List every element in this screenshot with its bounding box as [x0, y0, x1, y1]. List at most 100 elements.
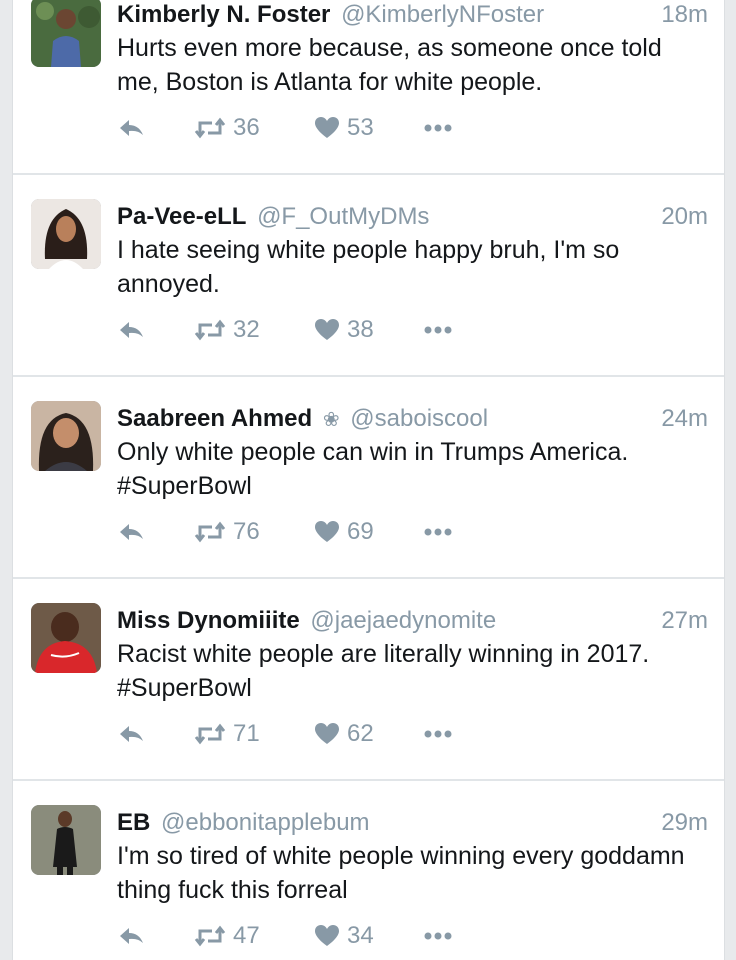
more-options-button[interactable] [421, 517, 455, 547]
like-button[interactable]: 69 [313, 517, 374, 547]
username-handle[interactable]: @ebbonitapplebum [161, 809, 370, 836]
more-dots-icon [424, 932, 452, 940]
tweet-content: Kimberly N. Foster @KimberlyNFoster 18m … [117, 0, 708, 99]
twitter-timeline-screenshot: Kimberly N. Foster @KimberlyNFoster 18m … [0, 0, 736, 960]
tweet-item[interactable]: Saabreen Ahmed ❀ @saboiscool 24m Only wh… [13, 377, 724, 579]
tweet-text: I hate seeing white people happy bruh, I… [117, 236, 620, 298]
reply-icon [120, 726, 143, 742]
like-button[interactable]: 62 [313, 719, 374, 749]
avatar-photo-icon [31, 805, 101, 875]
tweet-header: Pa-Vee-eLL @F_OutMyDMs 20m [117, 199, 708, 235]
reply-button[interactable] [117, 517, 147, 547]
tweet-timestamp[interactable]: 29m [661, 805, 708, 841]
reply-button[interactable] [117, 315, 147, 345]
tweet-header: EB @ebbonitapplebum 29m [117, 805, 708, 841]
retweet-icon [194, 521, 226, 543]
display-name[interactable]: Miss Dynomiiite [117, 607, 300, 634]
tweet-text: Only white people can win in Trumps Amer… [117, 438, 629, 500]
reply-icon [120, 928, 143, 944]
reply-button[interactable] [117, 921, 147, 951]
tweet-item[interactable]: Miss Dynomiiite @jaejaedynomite 27m Raci… [13, 579, 724, 781]
tweet-header: Miss Dynomiiite @jaejaedynomite 27m [117, 603, 708, 639]
more-dots-icon [424, 326, 452, 334]
heart-icon [315, 723, 339, 744]
retweet-icon [194, 925, 226, 947]
retweet-button[interactable]: 71 [193, 719, 260, 749]
like-count: 62 [347, 720, 374, 747]
tweet-content: Pa-Vee-eLL @F_OutMyDMs 20m I hate seeing… [117, 199, 708, 301]
like-count: 69 [347, 518, 374, 545]
avatar-photo-icon [31, 603, 101, 673]
like-count: 38 [347, 316, 374, 343]
avatar[interactable] [31, 401, 101, 471]
avatar-photo-icon [31, 0, 101, 67]
tweet-header: Kimberly N. Foster @KimberlyNFoster 18m [117, 0, 708, 33]
display-name[interactable]: Kimberly N. Foster [117, 1, 330, 28]
tweet-timestamp[interactable]: 24m [661, 401, 708, 437]
like-button[interactable]: 53 [313, 113, 374, 143]
reply-icon [120, 322, 143, 338]
reply-button[interactable] [117, 719, 147, 749]
tweet-timestamp[interactable]: 20m [661, 199, 708, 235]
username-handle[interactable]: @F_OutMyDMs [257, 203, 429, 230]
avatar-photo-icon [31, 401, 101, 471]
tweet-text: Hurts even more because, as someone once… [117, 34, 662, 96]
username-handle[interactable]: @saboiscool [350, 405, 488, 432]
username-handle[interactable]: @jaejaedynomite [310, 607, 496, 634]
retweet-count: 32 [233, 316, 260, 343]
more-options-button[interactable] [421, 921, 455, 951]
tweet-text: Racist white people are literally winnin… [117, 640, 650, 702]
like-button[interactable]: 38 [313, 315, 374, 345]
avatar[interactable] [31, 199, 101, 269]
tweet-actions: 47 34 [117, 921, 537, 951]
avatar[interactable] [31, 603, 101, 673]
display-name[interactable]: EB [117, 809, 150, 836]
more-options-button[interactable] [421, 315, 455, 345]
like-count: 53 [347, 114, 374, 141]
more-options-button[interactable] [421, 113, 455, 143]
retweet-count: 47 [233, 922, 260, 949]
tweet-item[interactable]: Kimberly N. Foster @KimberlyNFoster 18m … [13, 0, 724, 175]
tweet-actions: 76 69 [117, 517, 537, 547]
display-name[interactable]: Pa-Vee-eLL [117, 203, 246, 230]
reply-icon [120, 120, 143, 136]
tweet-actions: 32 38 [117, 315, 537, 345]
tweet-header: Saabreen Ahmed ❀ @saboiscool 24m [117, 401, 708, 437]
tweet-item[interactable]: EB @ebbonitapplebum 29m I'm so tired of … [13, 781, 724, 960]
reply-button[interactable] [117, 113, 147, 143]
heart-icon [315, 925, 339, 946]
profile-badge-icon: ❀ [322, 409, 340, 431]
retweet-button[interactable]: 47 [193, 921, 260, 951]
tweet-list: Kimberly N. Foster @KimberlyNFoster 18m … [12, 0, 725, 960]
display-name[interactable]: Saabreen Ahmed [117, 405, 312, 432]
heart-icon [315, 117, 339, 138]
username-handle[interactable]: @KimberlyNFoster [341, 1, 544, 28]
tweet-item[interactable]: Pa-Vee-eLL @F_OutMyDMs 20m I hate seeing… [13, 175, 724, 377]
tweet-text: I'm so tired of white people winning eve… [117, 842, 685, 904]
tweet-actions: 36 53 [117, 113, 537, 143]
retweet-count: 76 [233, 518, 260, 545]
tweet-actions: 71 62 [117, 719, 537, 749]
retweet-icon [194, 723, 226, 745]
heart-icon [315, 319, 339, 340]
more-dots-icon [424, 528, 452, 536]
avatar-photo-icon [31, 199, 101, 269]
retweet-count: 71 [233, 720, 260, 747]
avatar[interactable] [31, 805, 101, 875]
tweet-content: Saabreen Ahmed ❀ @saboiscool 24m Only wh… [117, 401, 708, 503]
tweet-timestamp[interactable]: 27m [661, 603, 708, 639]
retweet-button[interactable]: 32 [193, 315, 260, 345]
avatar[interactable] [31, 0, 101, 67]
tweet-timestamp[interactable]: 18m [661, 0, 708, 33]
like-button[interactable]: 34 [313, 921, 374, 951]
retweet-button[interactable]: 36 [193, 113, 260, 143]
tweet-content: EB @ebbonitapplebum 29m I'm so tired of … [117, 805, 708, 907]
retweet-button[interactable]: 76 [193, 517, 260, 547]
more-dots-icon [424, 124, 452, 132]
more-dots-icon [424, 730, 452, 738]
more-options-button[interactable] [421, 719, 455, 749]
retweet-count: 36 [233, 114, 260, 141]
like-count: 34 [347, 922, 374, 949]
reply-icon [120, 524, 143, 540]
retweet-icon [194, 319, 226, 341]
